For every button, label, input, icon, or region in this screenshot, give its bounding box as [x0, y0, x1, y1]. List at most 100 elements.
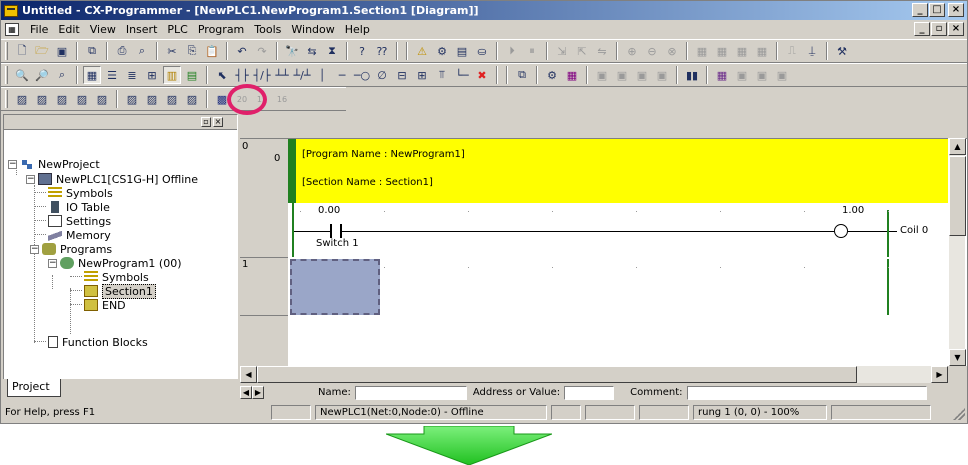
doc-close-button[interactable]: × — [948, 22, 964, 36]
coil-icon[interactable]: ─○ — [353, 66, 371, 84]
nav-next-icon[interactable]: ▶ — [252, 386, 264, 399]
scroll-thumb[interactable] — [949, 156, 966, 236]
pause-icon[interactable]: ⏸ — [523, 42, 541, 60]
grid-icon[interactable]: ▦ — [83, 66, 101, 84]
online-edit-cancel-icon[interactable]: ▣ — [613, 66, 631, 84]
contact-no-icon[interactable] — [330, 224, 342, 238]
select-pointer-icon[interactable]: ⬉ — [213, 66, 231, 84]
collapse-icon[interactable]: − — [30, 244, 39, 254]
print-icon[interactable]: ⎙ — [113, 42, 131, 60]
tree-item-function-blocks[interactable]: Function Blocks — [48, 335, 148, 349]
cross-reference-icon[interactable]: ⧗ — [323, 42, 341, 60]
print-preview-icon[interactable]: ⌕ — [133, 42, 151, 60]
tree-item-symbols[interactable]: Symbols — [48, 186, 113, 200]
name-field[interactable] — [354, 385, 467, 400]
collapse-icon[interactable]: − — [26, 174, 35, 184]
comment-field[interactable] — [686, 385, 927, 400]
instruction-block-icon[interactable]: ⊞ — [413, 66, 431, 84]
symbol-table-icon[interactable]: ▨ — [53, 90, 71, 108]
run-icon[interactable]: ⏵ — [503, 42, 521, 60]
warning-icon[interactable]: ⚠ — [413, 42, 431, 60]
menu-edit[interactable]: Edit — [53, 23, 84, 36]
properties-icon[interactable]: ⧉ — [83, 42, 101, 60]
compare-icon[interactable]: ⇋ — [593, 42, 611, 60]
online-work-icon[interactable]: ⚙ — [433, 42, 451, 60]
set-value-icon[interactable]: ▦ — [713, 66, 731, 84]
contact-or-icon[interactable]: ┴┴ — [273, 66, 291, 84]
io-table-icon[interactable]: ⚒ — [833, 42, 851, 60]
force-cancel-icon[interactable]: ⊗ — [663, 42, 681, 60]
zoom-fit-icon[interactable]: 🔎 — [33, 66, 51, 84]
redo-icon[interactable]: ↷ — [253, 42, 271, 60]
line-connect-icon[interactable]: └─ — [453, 66, 471, 84]
memory-card-icon[interactable]: ▨ — [183, 90, 201, 108]
zoom-out-icon[interactable]: ⌕ — [53, 66, 71, 84]
force-off-icon[interactable]: ⊖ — [643, 42, 661, 60]
paste-icon[interactable]: 📋 — [203, 42, 221, 60]
tree-item-section1[interactable]: Section1 — [84, 283, 156, 299]
watch-window-icon[interactable]: ▮▮ — [683, 66, 701, 84]
tab-project[interactable]: Project — [7, 379, 61, 397]
open-folder-icon[interactable]: 🗁 — [33, 42, 51, 60]
undo-icon[interactable]: ↶ — [233, 42, 251, 60]
tree-item-memory[interactable]: Memory — [48, 228, 111, 242]
tree-item-program-symbols[interactable]: Symbols — [84, 270, 149, 284]
tree-item-program[interactable]: − NewProgram1 (00) — [48, 256, 181, 270]
online-edit-send-icon[interactable]: ▣ — [633, 66, 651, 84]
contact-nc-icon[interactable]: ┤/├ — [253, 66, 271, 84]
tree-root[interactable]: − NewProject — [8, 157, 100, 171]
rung-comment-icon[interactable]: ▤ — [183, 66, 201, 84]
ladder-cursor[interactable] — [290, 259, 380, 315]
tree-item-io-table[interactable]: IO Table — [48, 200, 110, 214]
rung-bookmark-icon[interactable]: ≣ — [123, 66, 141, 84]
transfer-from-plc-icon[interactable]: ⇱ — [573, 42, 591, 60]
set-off-icon[interactable]: ▣ — [753, 66, 771, 84]
vertical-scrollbar[interactable]: ▲ ▼ — [948, 138, 966, 366]
tree-item-end[interactable]: END — [84, 298, 126, 312]
save-icon[interactable]: ▣ — [53, 42, 71, 60]
data-trace-icon[interactable]: ⍊ — [803, 42, 821, 60]
address-window-icon[interactable]: ⊞ — [143, 66, 161, 84]
context-help-icon[interactable]: ⁇ — [373, 42, 391, 60]
tree-plc[interactable]: − NewPLC1[CS1G-H] Offline — [26, 172, 198, 186]
find-icon[interactable]: 🔭 — [283, 42, 301, 60]
menu-view[interactable]: View — [85, 23, 121, 36]
trace-16-icon[interactable]: 16 — [273, 90, 291, 108]
coil-icon[interactable] — [834, 224, 848, 238]
set-on-icon[interactable]: ▣ — [733, 66, 751, 84]
replace-icon[interactable]: ⇆ — [303, 42, 321, 60]
program-check-icon[interactable]: ▨ — [163, 90, 181, 108]
online-edit-end-icon[interactable]: ▣ — [653, 66, 671, 84]
differential-monitor-icon[interactable]: ⎍ — [783, 42, 801, 60]
collapse-icon[interactable]: − — [48, 258, 57, 268]
nav-prev-icon[interactable]: ◀ — [240, 386, 252, 399]
panel-close-icon[interactable]: × — [213, 117, 223, 127]
resize-grip-icon[interactable] — [953, 408, 965, 420]
collapse-icon[interactable]: − — [8, 159, 17, 169]
scroll-left-icon[interactable]: ◀ — [240, 366, 257, 383]
calendar-icon[interactable]: ▦ — [563, 66, 581, 84]
tree-item-settings[interactable]: Settings — [48, 214, 111, 228]
mode-debug-icon[interactable]: ▦ — [713, 42, 731, 60]
panel-minimize-icon[interactable]: ▫ — [201, 117, 211, 127]
menu-program[interactable]: Program — [193, 23, 249, 36]
mode-run-icon[interactable]: ▦ — [753, 42, 771, 60]
online-edit-begin-icon[interactable]: ▣ — [593, 66, 611, 84]
menu-window[interactable]: Window — [286, 23, 339, 36]
tree-item-programs[interactable]: − Programs — [30, 242, 112, 256]
scroll-right-icon[interactable]: ▶ — [931, 366, 948, 383]
doc-restore-button[interactable]: ▫ — [931, 22, 947, 36]
zoom-in-icon[interactable]: 🔍 — [13, 66, 31, 84]
copy-icon[interactable]: ⎘ — [183, 42, 201, 60]
special-instruction-icon[interactable]: ⫪ — [433, 66, 451, 84]
maximize-button[interactable]: □ — [929, 3, 945, 17]
menu-file[interactable]: File — [25, 23, 53, 36]
help-icon[interactable]: ? — [353, 42, 371, 60]
horizontal-scrollbar[interactable]: ◀ ▶ — [240, 366, 948, 383]
address-field[interactable] — [564, 385, 615, 400]
online-edit-icon[interactable]: ⚙ — [543, 66, 561, 84]
scroll-thumb[interactable] — [257, 366, 857, 383]
contact-no-icon[interactable]: ┤├ — [233, 66, 251, 84]
project-window-icon[interactable]: ⧉ — [513, 66, 531, 84]
set-cancel-icon[interactable]: ▣ — [773, 66, 791, 84]
